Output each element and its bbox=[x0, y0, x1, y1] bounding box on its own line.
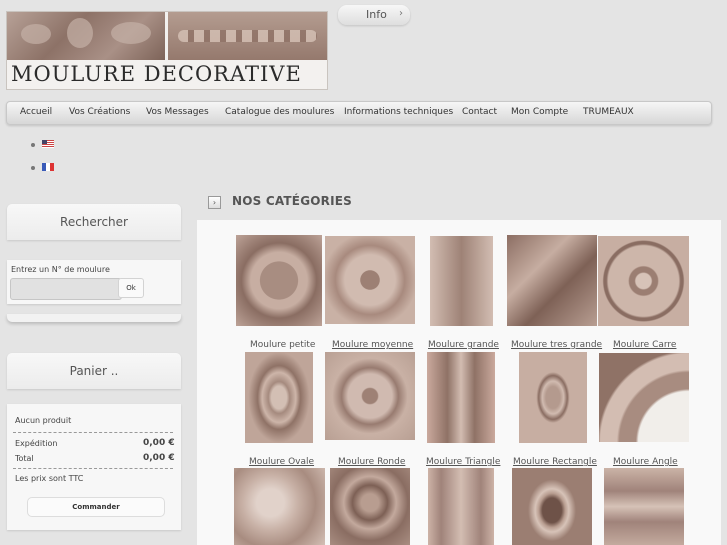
nav-item-contact[interactable]: Contact bbox=[462, 107, 497, 117]
shipping-value: 0,00 € bbox=[143, 438, 175, 448]
site-logo[interactable]: MOULURE DECORATIVE bbox=[6, 11, 328, 90]
tax-note: Les prix sont TTC bbox=[15, 474, 84, 483]
search-box-title: Rechercher bbox=[60, 215, 128, 229]
nav-item-trumeaux[interactable]: TRUMEAUX bbox=[583, 107, 634, 117]
cart-empty-text: Aucun produit bbox=[15, 416, 72, 425]
nav-item-informations-techniques[interactable]: Informations techniques bbox=[344, 107, 453, 117]
moulure-tres-grande-image[interactable] bbox=[507, 235, 597, 326]
link-moulure-ronde[interactable]: Moulure Ronde bbox=[338, 457, 405, 467]
link-moulure-carre[interactable]: Moulure Carre bbox=[613, 340, 676, 350]
caption-moulure-petite: Moulure petite bbox=[250, 340, 316, 350]
search-label: Entrez un N° de moulure bbox=[11, 265, 110, 274]
link-moulure-moyenne[interactable]: Moulure moyenne bbox=[332, 340, 413, 350]
nav-item-catalogue[interactable]: Catalogue des moulures bbox=[225, 107, 334, 117]
link-moulure-rectangle[interactable]: Moulure Rectangle bbox=[513, 457, 597, 467]
link-moulure-ovale[interactable]: Moulure Ovale bbox=[249, 457, 314, 467]
flag-english-icon[interactable] bbox=[42, 140, 54, 148]
moulure-palmette-image[interactable] bbox=[428, 468, 494, 545]
moulure-ronde-image[interactable] bbox=[325, 352, 415, 440]
cart-box-header: Panier .. bbox=[7, 353, 181, 389]
chevron-right-icon: › bbox=[208, 196, 221, 209]
search-ok-button[interactable]: Ok bbox=[118, 278, 144, 298]
moulure-grande-image[interactable] bbox=[430, 236, 493, 326]
search-box-footer bbox=[7, 314, 181, 322]
nav-item-accueil[interactable]: Accueil bbox=[20, 107, 52, 117]
moulure-rectangle-image[interactable] bbox=[519, 352, 587, 443]
link-moulure-angle[interactable]: Moulure Angle bbox=[613, 457, 678, 467]
search-box-header: Rechercher bbox=[7, 204, 181, 240]
moulure-cadre-image[interactable] bbox=[512, 468, 592, 545]
categories-title: NOS CATÉGORIES bbox=[232, 194, 353, 208]
link-moulure-tres-grande[interactable]: Moulure tres grande bbox=[511, 340, 602, 350]
divider bbox=[13, 468, 173, 469]
moulure-ovale-image[interactable] bbox=[245, 352, 313, 443]
moulure-chapiteau-image[interactable] bbox=[604, 468, 684, 545]
shipping-label: Expédition bbox=[15, 439, 58, 448]
flag-french-icon[interactable] bbox=[42, 163, 54, 171]
moulure-petite-image[interactable] bbox=[236, 235, 322, 326]
moulure-moyenne-image[interactable] bbox=[325, 236, 415, 324]
moulure-carre-image[interactable] bbox=[598, 236, 689, 326]
main-nav: Accueil Vos Créations Vos Messages Catal… bbox=[6, 101, 712, 125]
divider bbox=[13, 432, 173, 433]
link-moulure-grande[interactable]: Moulure grande bbox=[428, 340, 499, 350]
list-bullet bbox=[31, 166, 35, 170]
nav-item-mon-compte[interactable]: Mon Compte bbox=[511, 107, 568, 117]
logo-carving-right bbox=[168, 12, 327, 60]
nav-item-vos-messages[interactable]: Vos Messages bbox=[146, 107, 209, 117]
chevron-right-icon: › bbox=[399, 8, 403, 19]
moulure-angle-image[interactable] bbox=[599, 353, 689, 442]
total-label: Total bbox=[15, 454, 34, 463]
moulure-triangle-image[interactable] bbox=[427, 352, 495, 443]
link-moulure-triangle[interactable]: Moulure Triangle bbox=[426, 457, 500, 467]
total-value: 0,00 € bbox=[143, 453, 175, 463]
cart-box-title: Panier .. bbox=[69, 364, 119, 378]
list-bullet bbox=[31, 143, 35, 147]
moulure-lion-image[interactable] bbox=[330, 468, 410, 545]
logo-title: MOULURE DECORATIVE bbox=[11, 62, 302, 86]
info-tab[interactable]: Info › bbox=[338, 5, 410, 25]
logo-carving-left bbox=[7, 12, 165, 60]
moulure-cherub-image[interactable] bbox=[234, 468, 325, 545]
order-button[interactable]: Commander bbox=[27, 497, 165, 517]
info-tab-label: Info bbox=[366, 8, 387, 21]
nav-item-vos-creations[interactable]: Vos Créations bbox=[69, 107, 130, 117]
search-input[interactable] bbox=[10, 278, 122, 300]
